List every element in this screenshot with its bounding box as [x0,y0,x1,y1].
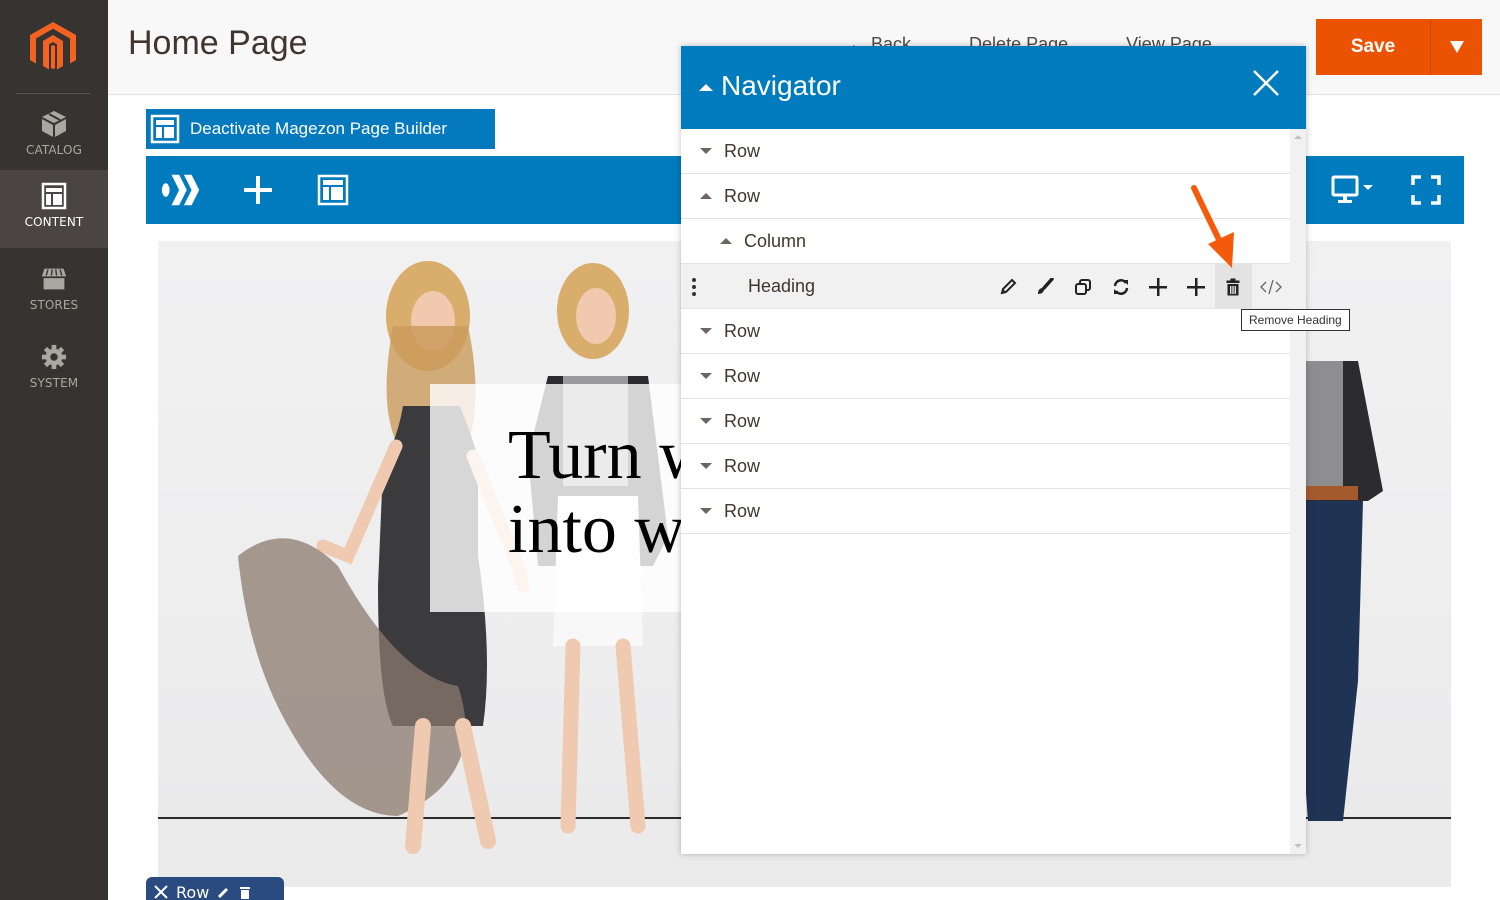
tree-item-row[interactable]: Row [681,309,1290,354]
storefront-icon [41,268,67,290]
magezon-logo-icon [161,174,200,206]
remove-heading-button[interactable] [1214,264,1253,309]
layout-icon [317,174,349,206]
sidebar-item-label: STORES [29,298,79,312]
collapse-caret-icon[interactable] [720,238,732,244]
sidebar-item-label: SYSTEM [29,376,79,390]
tree-item-label: Row [724,410,761,431]
plus-icon [1186,277,1205,296]
tree-item-label: Row [724,365,761,386]
drag-handle-icon[interactable] [691,278,697,296]
scroll-up-arrow-icon[interactable] [1294,135,1302,139]
expand-caret-icon[interactable] [700,508,712,514]
collapse-caret-icon[interactable] [699,84,713,91]
tree-item-label: Row [724,185,761,206]
fullscreen-button[interactable] [1404,170,1448,210]
tree-item-label: Row [724,455,761,476]
element-actions [989,264,1290,309]
tree-item-row[interactable]: Row [681,354,1290,399]
responsive-mode-button[interactable] [1326,170,1380,210]
hero-heading[interactable]: Turn w into w [508,419,710,567]
sidebar-item-catalog[interactable]: CATALOG [0,98,108,176]
sidebar-item-label: CATALOG [26,143,82,157]
deactivate-page-builder-button[interactable]: Deactivate Magezon Page Builder [146,109,495,149]
tree-item-label: Heading [748,275,816,296]
tree-item-label: Row [724,140,761,161]
sidebar-divider [16,93,90,94]
replace-button[interactable] [1102,264,1140,309]
save-split-button: Save [1316,19,1482,75]
scroll-down-arrow-icon[interactable] [1294,844,1302,848]
sidebar-item-content[interactable]: CONTENT [0,170,108,248]
fullscreen-icon [1411,175,1441,205]
trash-icon [1226,278,1240,295]
close-icon[interactable] [1251,68,1281,98]
add-element-button[interactable] [236,170,280,210]
navigator-title: Navigator [721,70,841,101]
trash-icon[interactable] [239,885,251,899]
tree-item-row[interactable]: Row [681,129,1290,174]
deactivate-label: Deactivate Magezon Page Builder [190,119,448,138]
model-figure [1298,361,1383,821]
navigator-scrollbar[interactable] [1290,129,1306,854]
expand-caret-icon[interactable] [700,418,712,424]
code-icon [1260,279,1282,294]
navigator-panel: Navigator Row Row Column Heading Row Row… [681,46,1306,854]
row-tag-label: Row [176,882,210,900]
expand-caret-icon[interactable] [700,328,712,334]
magento-logo[interactable] [30,22,76,72]
layout-icon [41,182,67,210]
row-element-toolbar[interactable]: Row [146,877,284,900]
caret-down-icon [1449,41,1464,53]
cube-icon [42,111,66,137]
add-after-button[interactable] [1177,264,1215,309]
gear-icon [41,344,67,370]
edit-button[interactable] [989,264,1027,309]
desktop-icon [1331,175,1373,203]
plus-icon [244,176,272,204]
save-button[interactable]: Save [1316,19,1430,75]
tree-item-label: Row [724,500,761,521]
annotation-arrow-icon [1191,185,1234,268]
pencil-icon[interactable] [217,885,231,899]
navigator-header[interactable]: Navigator [681,46,1306,129]
view-code-button[interactable] [1252,264,1290,309]
expand-caret-icon[interactable] [700,148,712,154]
tree-item-row[interactable]: Row [681,399,1290,444]
duplicate-icon [1074,278,1091,295]
page-title: Home Page [128,24,308,62]
plus-icon [1149,277,1168,296]
magezon-menu-button[interactable] [160,170,204,210]
expand-caret-icon[interactable] [700,373,712,379]
expand-caret-icon[interactable] [700,463,712,469]
layout-icon [150,114,180,144]
sidebar-item-stores[interactable]: STORES [0,253,108,331]
refresh-icon [1113,278,1128,295]
add-before-button[interactable] [1139,264,1177,309]
templates-button[interactable] [311,170,355,210]
brush-icon [1038,277,1055,294]
collapse-caret-icon[interactable] [700,193,712,199]
sidebar-item-label: CONTENT [24,215,84,229]
sidebar-item-system[interactable]: SYSTEM [0,331,108,409]
tree-item-row[interactable]: Row [681,489,1290,534]
tree-item-heading[interactable]: Heading [681,264,1290,309]
tree-item-label: Column [744,230,807,251]
duplicate-button[interactable] [1064,264,1102,309]
move-icon [154,885,168,899]
tooltip: Remove Heading [1241,309,1350,331]
style-button[interactable] [1027,264,1065,309]
tree-item-label: Row [724,320,761,341]
save-options-button[interactable] [1430,19,1482,75]
pencil-icon [1000,278,1017,294]
tree-item-row[interactable]: Row [681,444,1290,489]
admin-sidebar: CATALOG CONTENT STORES SYSTEM [0,0,108,900]
